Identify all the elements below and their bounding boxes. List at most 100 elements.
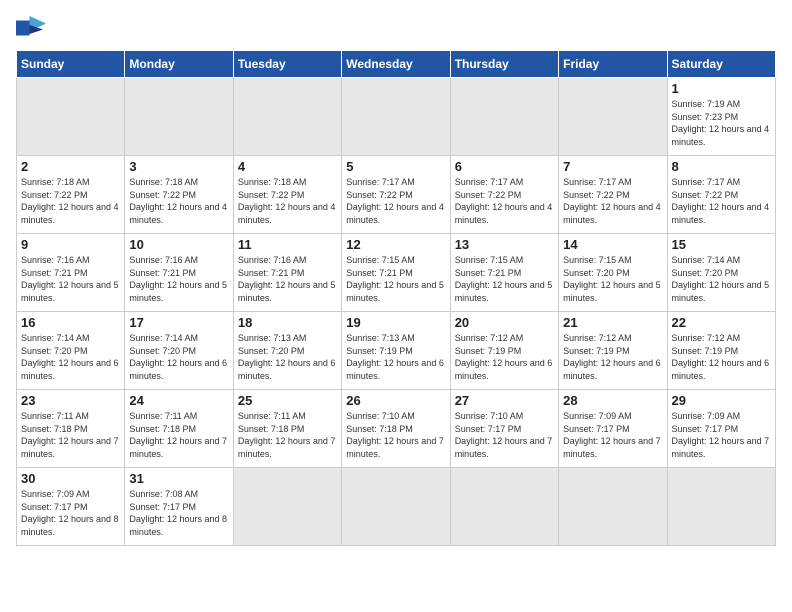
day-header-wednesday: Wednesday: [342, 51, 450, 78]
days-row: SundayMondayTuesdayWednesdayThursdayFrid…: [17, 51, 776, 78]
day-header-sunday: Sunday: [17, 51, 125, 78]
day-info: Sunrise: 7:09 AMSunset: 7:17 PMDaylight:…: [21, 488, 120, 538]
day-info: Sunrise: 7:18 AMSunset: 7:22 PMDaylight:…: [21, 176, 120, 226]
day-cell: 11Sunrise: 7:16 AMSunset: 7:21 PMDayligh…: [233, 234, 341, 312]
day-cell: [667, 468, 775, 546]
day-cell: 8 Sunrise: 7:17 AMSunset: 7:22 PMDaylight…: [667, 156, 775, 234]
day-cell: 21 Sunrise: 7:12 AMSunset: 7:19 PMDayligh…: [559, 312, 667, 390]
day-number: 25: [238, 393, 337, 408]
day-number: 6: [455, 159, 554, 174]
day-info: Sunrise: 7:10 AMSunset: 7:17 PMDaylight:…: [455, 410, 554, 460]
day-cell: 23 Sunrise: 7:11 AMSunset: 7:18 PMDayligh…: [17, 390, 125, 468]
day-cell: 10 Sunrise: 7:16 AMSunset: 7:21 PMDayligh…: [125, 234, 233, 312]
day-number: 28: [563, 393, 662, 408]
day-cell: 20 Sunrise: 7:12 AMSunset: 7:19 PMDayligh…: [450, 312, 558, 390]
day-info: Sunrise: 7:17 AMSunset: 7:22 PMDaylight:…: [455, 176, 554, 226]
day-number: 30: [21, 471, 120, 486]
day-cell: [342, 468, 450, 546]
day-number: 18: [238, 315, 337, 330]
day-info: Sunrise: 7:09 AMSunset: 7:17 PMDaylight:…: [672, 410, 771, 460]
day-header-friday: Friday: [559, 51, 667, 78]
day-cell: 16 Sunrise: 7:14 AMSunset: 7:20 PMDayligh…: [17, 312, 125, 390]
day-info: Sunrise: 7:15 AMSunset: 7:20 PMDaylight:…: [563, 254, 662, 304]
day-cell: [559, 468, 667, 546]
day-info: Sunrise: 7:15 AMSunset: 7:21 PMDaylight:…: [346, 254, 445, 304]
day-number: 7: [563, 159, 662, 174]
day-info: Sunrise: 7:12 AMSunset: 7:19 PMDaylight:…: [672, 332, 771, 382]
week-row: 23 Sunrise: 7:11 AMSunset: 7:18 PMDayligh…: [17, 390, 776, 468]
day-cell: [125, 78, 233, 156]
day-cell: 19 Sunrise: 7:13 AMSunset: 7:19 PMDayligh…: [342, 312, 450, 390]
day-header-thursday: Thursday: [450, 51, 558, 78]
day-number: 12: [346, 237, 445, 252]
day-cell: 18 Sunrise: 7:13 AMSunset: 7:20 PMDayligh…: [233, 312, 341, 390]
day-cell: 2Sunrise: 7:18 AMSunset: 7:22 PMDaylight…: [17, 156, 125, 234]
day-cell: 17Sunrise: 7:14 AMSunset: 7:20 PMDayligh…: [125, 312, 233, 390]
calendar-body: 1Sunrise: 7:19 AMSunset: 7:23 PMDaylight…: [17, 78, 776, 546]
day-cell: 5 Sunrise: 7:17 AMSunset: 7:22 PMDaylight…: [342, 156, 450, 234]
day-cell: 25Sunrise: 7:11 AMSunset: 7:18 PMDayligh…: [233, 390, 341, 468]
day-cell: [342, 78, 450, 156]
day-number: 23: [21, 393, 120, 408]
day-number: 15: [672, 237, 771, 252]
day-number: 27: [455, 393, 554, 408]
day-number: 21: [563, 315, 662, 330]
day-info: Sunrise: 7:14 AMSunset: 7:20 PMDaylight:…: [672, 254, 771, 304]
day-info: Sunrise: 7:08 AMSunset: 7:17 PMDaylight:…: [129, 488, 228, 538]
day-info: Sunrise: 7:18 AMSunset: 7:22 PMDaylight:…: [238, 176, 337, 226]
day-cell: 28 Sunrise: 7:09 AMSunset: 7:17 PMDayligh…: [559, 390, 667, 468]
day-cell: 26Sunrise: 7:10 AMSunset: 7:18 PMDayligh…: [342, 390, 450, 468]
day-header-monday: Monday: [125, 51, 233, 78]
day-number: 10: [129, 237, 228, 252]
day-cell: 7 Sunrise: 7:17 AMSunset: 7:22 PMDaylight…: [559, 156, 667, 234]
day-cell: 9 Sunrise: 7:16 AMSunset: 7:21 PMDaylight…: [17, 234, 125, 312]
day-number: 31: [129, 471, 228, 486]
day-info: Sunrise: 7:09 AMSunset: 7:17 PMDaylight:…: [563, 410, 662, 460]
day-info: Sunrise: 7:16 AMSunset: 7:21 PMDaylight:…: [238, 254, 337, 304]
generalblue-icon: [16, 16, 46, 40]
day-info: Sunrise: 7:17 AMSunset: 7:22 PMDaylight:…: [672, 176, 771, 226]
day-info: Sunrise: 7:13 AMSunset: 7:19 PMDaylight:…: [346, 332, 445, 382]
day-cell: [559, 78, 667, 156]
logo: [16, 16, 50, 40]
day-cell: 29 Sunrise: 7:09 AMSunset: 7:17 PMDayligh…: [667, 390, 775, 468]
day-number: 29: [672, 393, 771, 408]
day-info: Sunrise: 7:15 AMSunset: 7:21 PMDaylight:…: [455, 254, 554, 304]
week-row: 30 Sunrise: 7:09 AMSunset: 7:17 PMDayligh…: [17, 468, 776, 546]
day-number: 19: [346, 315, 445, 330]
day-number: 13: [455, 237, 554, 252]
day-cell: 13 Sunrise: 7:15 AMSunset: 7:21 PMDayligh…: [450, 234, 558, 312]
day-cell: 3Sunrise: 7:18 AMSunset: 7:22 PMDaylight…: [125, 156, 233, 234]
day-cell: [450, 78, 558, 156]
day-cell: 6 Sunrise: 7:17 AMSunset: 7:22 PMDaylight…: [450, 156, 558, 234]
day-cell: 14Sunrise: 7:15 AMSunset: 7:20 PMDayligh…: [559, 234, 667, 312]
day-info: Sunrise: 7:12 AMSunset: 7:19 PMDaylight:…: [455, 332, 554, 382]
day-cell: [17, 78, 125, 156]
day-cell: [233, 78, 341, 156]
day-cell: 4 Sunrise: 7:18 AMSunset: 7:22 PMDaylight…: [233, 156, 341, 234]
day-cell: 15 Sunrise: 7:14 AMSunset: 7:20 PMDayligh…: [667, 234, 775, 312]
day-info: Sunrise: 7:13 AMSunset: 7:20 PMDaylight:…: [238, 332, 337, 382]
day-cell: 1Sunrise: 7:19 AMSunset: 7:23 PMDaylight…: [667, 78, 775, 156]
day-number: 17: [129, 315, 228, 330]
header: [16, 16, 776, 40]
day-number: 20: [455, 315, 554, 330]
day-info: Sunrise: 7:16 AMSunset: 7:21 PMDaylight:…: [21, 254, 120, 304]
day-info: Sunrise: 7:17 AMSunset: 7:22 PMDaylight:…: [563, 176, 662, 226]
day-number: 9: [21, 237, 120, 252]
day-info: Sunrise: 7:17 AMSunset: 7:22 PMDaylight:…: [346, 176, 445, 226]
day-info: Sunrise: 7:12 AMSunset: 7:19 PMDaylight:…: [563, 332, 662, 382]
day-cell: 22 Sunrise: 7:12 AMSunset: 7:19 PMDayligh…: [667, 312, 775, 390]
day-number: 22: [672, 315, 771, 330]
day-info: Sunrise: 7:11 AMSunset: 7:18 PMDaylight:…: [21, 410, 120, 460]
day-number: 16: [21, 315, 120, 330]
week-row: 1Sunrise: 7:19 AMSunset: 7:23 PMDaylight…: [17, 78, 776, 156]
day-info: Sunrise: 7:14 AMSunset: 7:20 PMDaylight:…: [21, 332, 120, 382]
day-info: Sunrise: 7:16 AMSunset: 7:21 PMDaylight:…: [129, 254, 228, 304]
day-number: 3: [129, 159, 228, 174]
day-number: 8: [672, 159, 771, 174]
day-cell: [233, 468, 341, 546]
day-number: 4: [238, 159, 337, 174]
week-row: 9 Sunrise: 7:16 AMSunset: 7:21 PMDaylight…: [17, 234, 776, 312]
day-number: 5: [346, 159, 445, 174]
